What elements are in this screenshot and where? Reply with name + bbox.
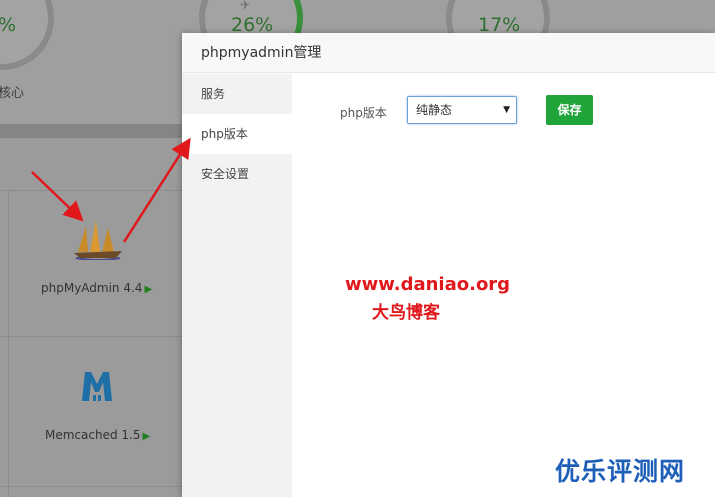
watermark-name: 大鸟博客: [372, 303, 440, 323]
rocket-icon: ✈: [240, 0, 251, 12]
app-tile-memcached[interactable]: Memcached 1.5 ▶: [45, 428, 150, 442]
app-label-phpmyadmin: phpMyAdmin 4.4: [41, 281, 143, 295]
play-icon[interactable]: ▶: [144, 284, 152, 295]
php-version-label: php版本: [340, 106, 387, 120]
sidebar-item-security[interactable]: 安全设置: [182, 154, 292, 194]
memcached-m-icon[interactable]: [79, 368, 115, 404]
sidebar-item-service[interactable]: 服务: [182, 74, 292, 114]
dialog-sidebar: 服务 php版本 安全设置: [182, 74, 292, 497]
gauge-caption: 核心: [0, 86, 25, 101]
php-version-select[interactable]: 纯静态 ▼: [407, 96, 517, 124]
sailboat-icon[interactable]: [72, 218, 124, 260]
gauge-value-1: %: [0, 14, 16, 36]
watermark-url: www.daniao.org: [345, 274, 511, 295]
grid-line: [0, 336, 182, 337]
dropdown-arrow-icon: ▼: [503, 105, 510, 115]
sidebar-item-php-version[interactable]: php版本: [182, 114, 292, 154]
grid-line: [8, 190, 9, 497]
corner-watermark: 优乐评测网: [555, 457, 686, 486]
dialog-title: phpmyadmin管理: [182, 33, 715, 73]
save-button[interactable]: 保存: [546, 95, 593, 125]
play-icon[interactable]: ▶: [142, 431, 150, 442]
grid-line: [0, 486, 182, 487]
app-tile-phpmyadmin[interactable]: phpMyAdmin 4.4 ▶: [41, 281, 152, 295]
app-label-memcached: Memcached 1.5: [45, 428, 141, 442]
phpmyadmin-manage-dialog: phpmyadmin管理 服务 php版本 安全设置 php版本 纯静态 ▼ 保…: [182, 33, 715, 497]
php-version-selected-value: 纯静态: [416, 103, 453, 117]
grid-line: [0, 190, 182, 191]
